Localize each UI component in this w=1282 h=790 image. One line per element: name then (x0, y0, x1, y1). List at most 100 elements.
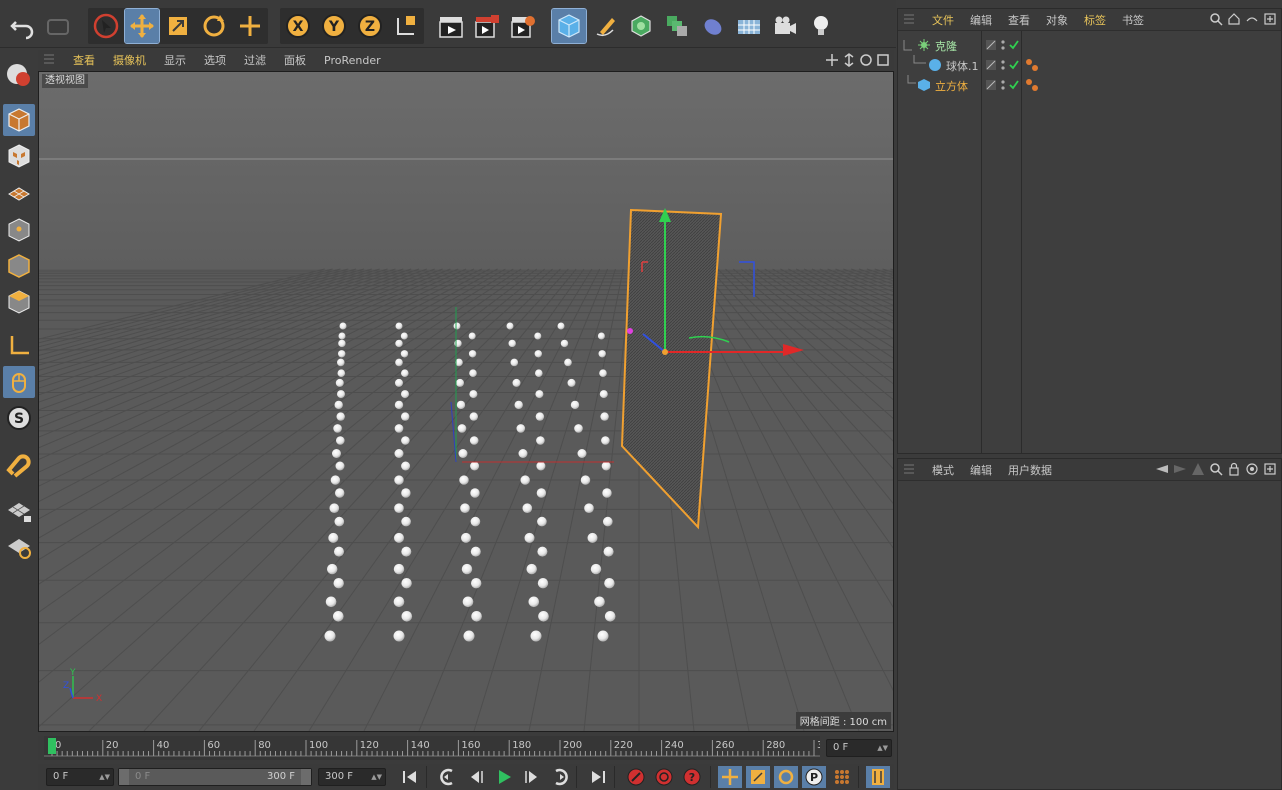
clone-sphere[interactable] (594, 596, 605, 608)
clone-sphere[interactable] (337, 369, 346, 378)
live-select-button[interactable] (233, 9, 267, 43)
y-axis-button[interactable]: Y (317, 9, 351, 43)
clone-sphere[interactable] (557, 322, 565, 330)
clone-sphere[interactable] (401, 461, 411, 471)
clone-sphere[interactable] (526, 563, 537, 575)
clone-sphere[interactable] (604, 578, 615, 589)
menu-mode[interactable]: 模式 (924, 462, 962, 478)
clone-sphere[interactable] (456, 378, 464, 387)
spinner-icon[interactable]: ▲▼ (877, 740, 888, 756)
edit-visibility-icon[interactable] (985, 59, 997, 71)
deformer-button[interactable] (696, 9, 730, 43)
play-button[interactable] (492, 766, 516, 788)
axis-mode-button[interactable] (3, 330, 35, 362)
menu-display[interactable]: 显示 (155, 52, 195, 68)
start-frame-field[interactable]: 0 F ▲▼ (46, 768, 114, 786)
grip-icon[interactable] (902, 13, 916, 27)
spinner-icon[interactable]: ▲▼ (371, 769, 382, 785)
select-tool-button[interactable] (89, 9, 123, 43)
range-slider-left-handle[interactable] (119, 769, 129, 785)
forward-arrow-icon[interactable] (1173, 462, 1187, 476)
clone-sphere[interactable] (587, 532, 598, 543)
render-settings-button[interactable] (506, 9, 540, 43)
clone-sphere[interactable] (335, 378, 344, 387)
range-slider-right-handle[interactable] (301, 769, 311, 785)
clone-sphere[interactable] (401, 546, 412, 557)
clone-sphere[interactable] (510, 358, 519, 367)
key-rotation-button[interactable] (774, 766, 798, 788)
clone-sphere[interactable] (395, 322, 403, 330)
clone-sphere[interactable] (570, 400, 580, 410)
clone-sphere[interactable] (560, 339, 569, 348)
menu-camera[interactable]: 摄像机 (104, 52, 155, 68)
scale-tool-button[interactable] (161, 9, 195, 43)
search-icon[interactable] (1209, 12, 1223, 26)
autokey-button[interactable] (652, 766, 676, 788)
gizmo-origin[interactable] (662, 349, 668, 355)
clone-sphere[interactable] (471, 578, 482, 589)
target-icon[interactable] (1245, 462, 1259, 476)
coordinate-system-button[interactable] (389, 9, 423, 43)
end-frame-field[interactable]: 300 F ▲▼ (318, 768, 386, 786)
clone-sphere[interactable] (506, 322, 514, 330)
visibility-dots-icon[interactable] (1000, 38, 1006, 52)
clone-sphere[interactable] (535, 412, 545, 421)
go-to-start-button[interactable] (398, 766, 422, 788)
clone-sphere[interactable] (456, 400, 466, 410)
clone-sphere[interactable] (470, 516, 481, 527)
clone-sphere[interactable] (401, 436, 410, 445)
clone-sphere[interactable] (514, 400, 523, 410)
new-window-icon[interactable] (1263, 12, 1277, 26)
clone-sphere[interactable] (401, 390, 409, 399)
menu-view[interactable]: 查看 (1000, 12, 1038, 28)
clone-sphere[interactable] (327, 563, 338, 575)
key-scale-button[interactable] (746, 766, 770, 788)
key-pla-button[interactable] (830, 766, 854, 788)
go-to-end-button[interactable] (586, 766, 610, 788)
clone-sphere[interactable] (602, 488, 612, 498)
clone-sphere[interactable] (522, 503, 533, 513)
clone-sphere[interactable] (334, 400, 343, 410)
floor-button[interactable] (732, 9, 766, 43)
clone-sphere[interactable] (395, 378, 403, 387)
x-axis-button[interactable]: X (281, 9, 315, 43)
object-row-sphere[interactable]: 球体.1 (898, 55, 1281, 75)
clone-sphere[interactable] (458, 449, 468, 458)
clone-sphere[interactable] (518, 449, 528, 458)
clone-sphere[interactable] (395, 339, 403, 348)
clone-sphere[interactable] (338, 339, 346, 348)
cube-object-button[interactable] (551, 8, 587, 44)
object-row-cube[interactable]: 立方体 (898, 75, 1281, 95)
perspective-viewport[interactable]: Y X Z 透视视图 网格间距 : 100 cm (38, 71, 894, 732)
maximize-view-icon[interactable] (876, 53, 890, 67)
up-arrow-icon[interactable] (1191, 462, 1205, 476)
spinner-icon[interactable]: ▲▼ (99, 769, 110, 785)
grip-icon[interactable] (42, 53, 56, 67)
next-key-button[interactable] (548, 766, 572, 788)
clone-sphere[interactable] (601, 461, 611, 471)
clone-sphere[interactable] (395, 358, 403, 367)
clone-sphere[interactable] (330, 475, 341, 485)
menu-file[interactable]: 文件 (924, 12, 962, 28)
clone-sphere[interactable] (597, 630, 609, 642)
clone-sphere[interactable] (339, 322, 347, 330)
clone-sphere[interactable] (328, 532, 339, 543)
clone-sphere[interactable] (469, 369, 477, 378)
clone-sphere[interactable] (461, 563, 473, 575)
clone-sphere[interactable] (393, 596, 405, 608)
workplane-mode-button[interactable] (3, 176, 35, 208)
make-editable-button[interactable] (3, 58, 35, 90)
z-axis-button[interactable]: Z (353, 9, 387, 43)
clone-sphere[interactable] (457, 424, 467, 433)
enabled-check-icon[interactable] (1008, 79, 1020, 91)
clone-sphere[interactable] (530, 630, 542, 642)
playhead[interactable] (48, 738, 56, 754)
clone-sphere[interactable] (597, 332, 605, 340)
clone-sphere[interactable] (336, 412, 345, 421)
snap-button[interactable] (3, 450, 35, 482)
clone-sphere[interactable] (329, 503, 340, 513)
clone-sphere[interactable] (462, 596, 474, 608)
menu-options[interactable]: 选项 (195, 52, 235, 68)
points-mode-button[interactable] (3, 214, 35, 246)
next-frame-button[interactable] (520, 766, 544, 788)
